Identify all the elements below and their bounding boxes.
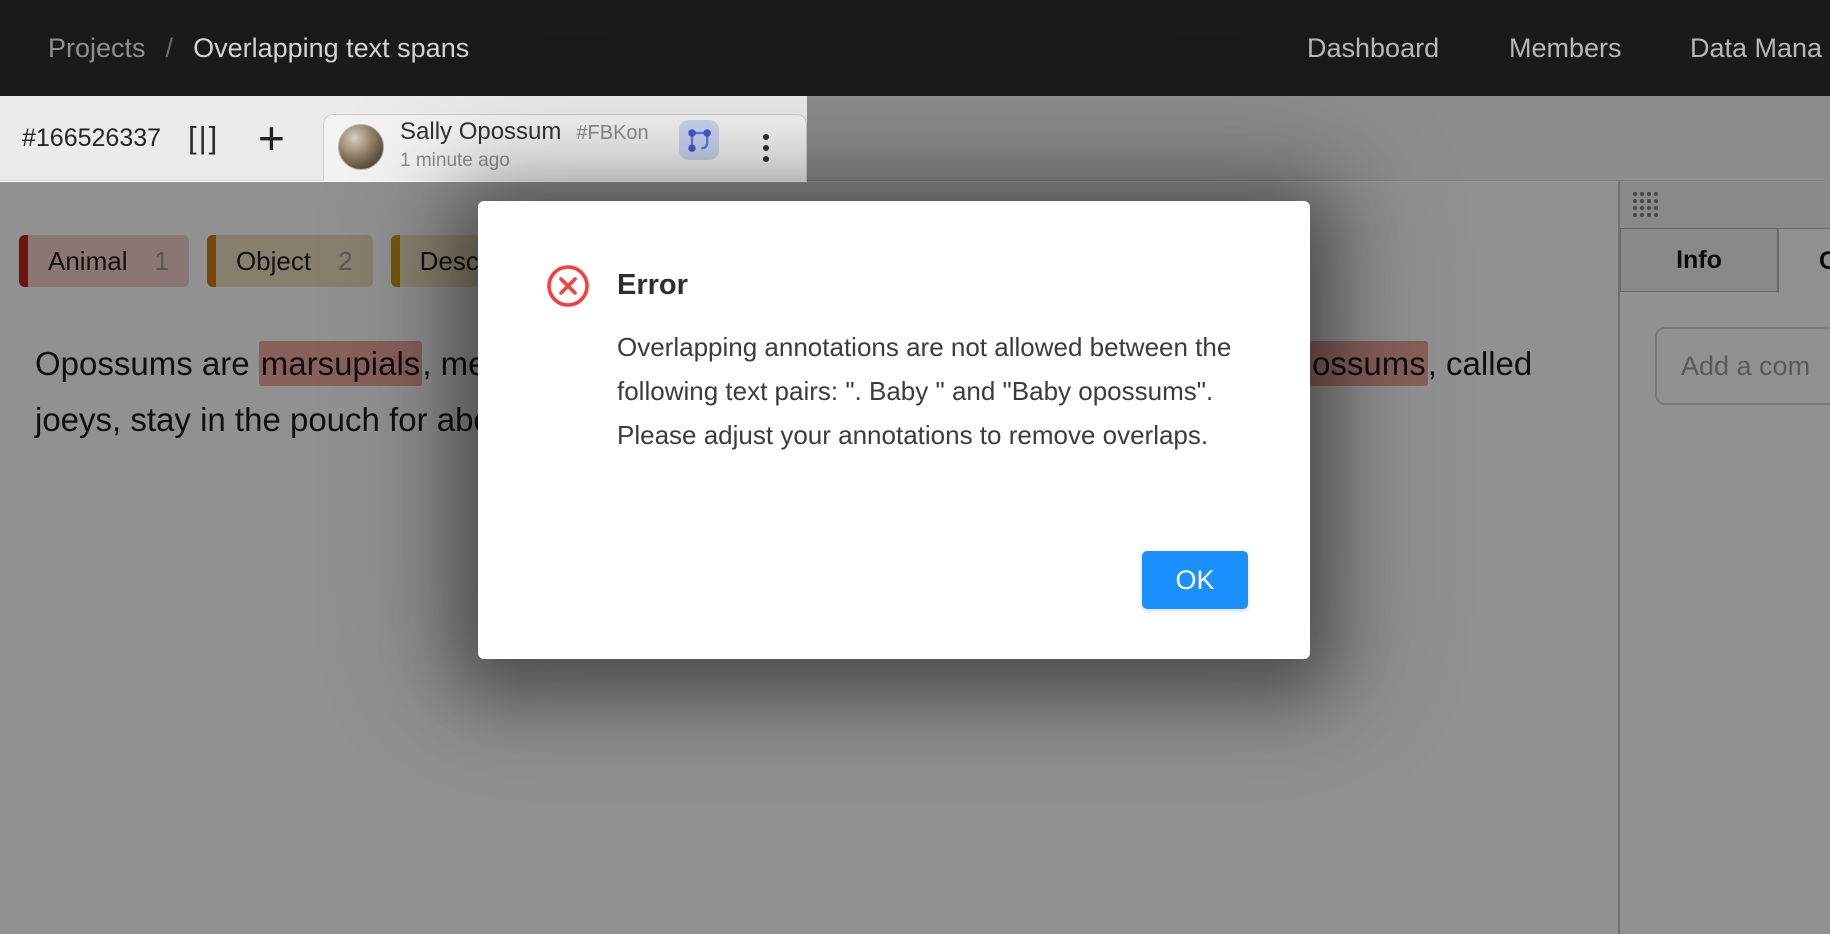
top-navigation-bar: Projects / Overlapping text spans Dashbo…: [0, 0, 1830, 96]
kebab-menu-icon[interactable]: [756, 126, 776, 170]
annotation-id-badge: #FBKon: [576, 122, 648, 144]
task-id: #166526337: [22, 96, 161, 180]
ok-button[interactable]: OK: [1142, 551, 1248, 609]
annotator-name: Sally Opossum: [400, 118, 561, 145]
error-dialog: Error Overlapping annotations are not al…: [478, 201, 1310, 659]
breadcrumb-current-project: Overlapping text spans: [193, 33, 469, 64]
relations-icon[interactable]: [679, 120, 719, 160]
relations-icon-glyph: [685, 126, 713, 154]
brackets-icon[interactable]: [|]: [188, 96, 219, 180]
annotation-tab[interactable]: Sally Opossum #FBKon 1 minute ago: [323, 114, 807, 181]
nav-data-manager[interactable]: Data Mana: [1690, 0, 1822, 96]
breadcrumb-separator: /: [166, 33, 174, 64]
error-circle-x-icon: [545, 263, 591, 309]
dialog-message: Overlapping annotations are not allowed …: [617, 325, 1285, 457]
breadcrumb-projects-link[interactable]: Projects: [48, 33, 146, 64]
user-avatar: [338, 124, 384, 170]
annotation-meta: Sally Opossum #FBKon 1 minute ago: [400, 118, 649, 172]
nav-members[interactable]: Members: [1509, 0, 1622, 96]
modal-backdrop-toolbar: [807, 96, 1830, 182]
dialog-title: Error: [617, 269, 688, 302]
add-annotation-icon[interactable]: +: [258, 96, 285, 180]
annotation-timestamp: 1 minute ago: [400, 150, 649, 172]
nav-dashboard[interactable]: Dashboard: [1307, 0, 1439, 96]
app-root: Projects / Overlapping text spans Dashbo…: [0, 0, 1830, 934]
breadcrumb: Projects / Overlapping text spans: [48, 0, 469, 96]
